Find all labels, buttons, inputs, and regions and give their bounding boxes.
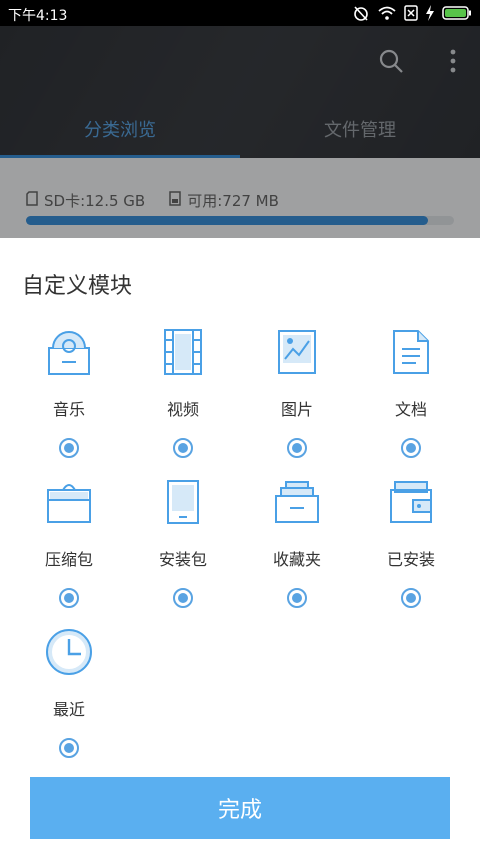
sheet-title: 自定义模块 <box>22 274 133 299</box>
module-favorites[interactable]: 收藏夹 <box>240 476 354 608</box>
module-radio[interactable] <box>287 588 307 608</box>
module-label: 音乐 <box>52 400 85 419</box>
apk-icon <box>126 476 240 528</box>
module-apks[interactable]: 安装包 <box>126 476 240 608</box>
module-radio[interactable] <box>401 438 421 458</box>
wifi-icon <box>377 5 397 21</box>
no-sim-icon <box>404 5 418 21</box>
module-label: 视频 <box>166 400 199 419</box>
module-documents[interactable]: 文档 <box>354 326 468 458</box>
module-radio[interactable] <box>173 588 193 608</box>
module-music[interactable]: 音乐 <box>12 326 126 458</box>
module-label: 已安装 <box>386 550 435 569</box>
done-button[interactable]: 完成 <box>30 777 450 839</box>
status-time: 下午4:13 <box>8 8 68 24</box>
video-icon <box>126 326 240 378</box>
module-video[interactable]: 视频 <box>126 326 240 458</box>
status-bar: 下午4:13 <box>0 0 480 26</box>
document-icon <box>354 326 468 378</box>
archive-icon <box>12 476 126 528</box>
module-label: 安装包 <box>158 550 207 569</box>
module-archives[interactable]: 压缩包 <box>12 476 126 608</box>
module-recent[interactable]: 最近 <box>12 626 126 758</box>
module-radio[interactable] <box>59 738 79 758</box>
charging-icon <box>425 5 435 21</box>
favorites-icon <box>240 476 354 528</box>
module-radio[interactable] <box>59 438 79 458</box>
module-images[interactable]: 图片 <box>240 326 354 458</box>
recent-icon <box>12 626 126 678</box>
installed-icon <box>354 476 468 528</box>
alarm-off-icon <box>352 4 370 22</box>
module-label: 文档 <box>394 400 427 419</box>
image-icon <box>240 326 354 378</box>
module-radio[interactable] <box>287 438 307 458</box>
module-label: 图片 <box>280 400 313 419</box>
customize-modules-sheet: 自定义模块 音乐 视频 图片 文档 压缩包 安装包 收藏夹 已安装 最近 <box>0 238 480 854</box>
module-label: 最近 <box>52 700 85 719</box>
module-radio[interactable] <box>173 438 193 458</box>
battery-icon <box>442 6 472 20</box>
module-radio[interactable] <box>401 588 421 608</box>
music-icon <box>12 326 126 378</box>
module-radio[interactable] <box>59 588 79 608</box>
modal-scrim[interactable] <box>0 26 480 238</box>
module-label: 压缩包 <box>44 550 93 569</box>
module-installed[interactable]: 已安装 <box>354 476 468 608</box>
module-label: 收藏夹 <box>272 550 321 569</box>
